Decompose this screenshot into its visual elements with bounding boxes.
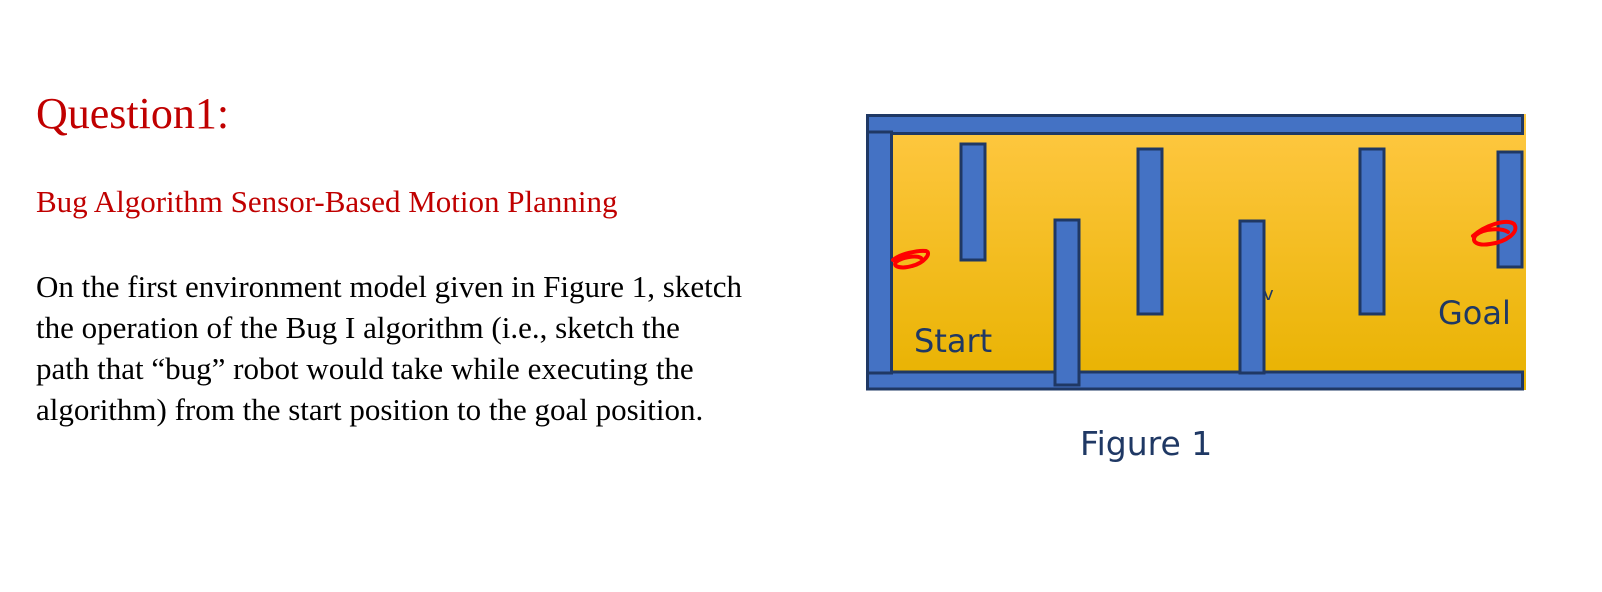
question-body: On the first environment model given in …: [36, 266, 856, 430]
question-title: Question1:: [36, 89, 230, 138]
body-line: path that “bug” robot would take while e…: [36, 351, 694, 386]
left-wall: [866, 130, 893, 375]
environment-figure: Start Goal v: [866, 114, 1526, 394]
start-label: Start: [914, 322, 992, 360]
obstacle-2: [1053, 218, 1081, 387]
obstacle-6: [1496, 150, 1524, 269]
body-line: algorithm) from the start position to th…: [36, 392, 704, 427]
body-line: the operation of the Bug I algorithm (i.…: [36, 310, 680, 345]
top-wall: [866, 114, 1524, 135]
page: Question1: Bug Algorithm Sensor-Based Mo…: [0, 0, 1602, 592]
obstacle-4: [1238, 219, 1266, 375]
stray-mark: v: [1263, 284, 1274, 305]
goal-label: Goal: [1438, 294, 1511, 332]
bottom-wall: [866, 370, 1524, 391]
obstacle-5: [1358, 147, 1386, 316]
obstacle-1: [959, 142, 987, 262]
body-line: On the first environment model given in …: [36, 269, 742, 304]
figure-caption: Figure 1: [1080, 424, 1213, 463]
obstacle-3: [1136, 147, 1164, 316]
question-subtitle: Bug Algorithm Sensor-Based Motion Planni…: [36, 184, 618, 219]
environment-diagram: Start Goal v: [866, 114, 1526, 391]
